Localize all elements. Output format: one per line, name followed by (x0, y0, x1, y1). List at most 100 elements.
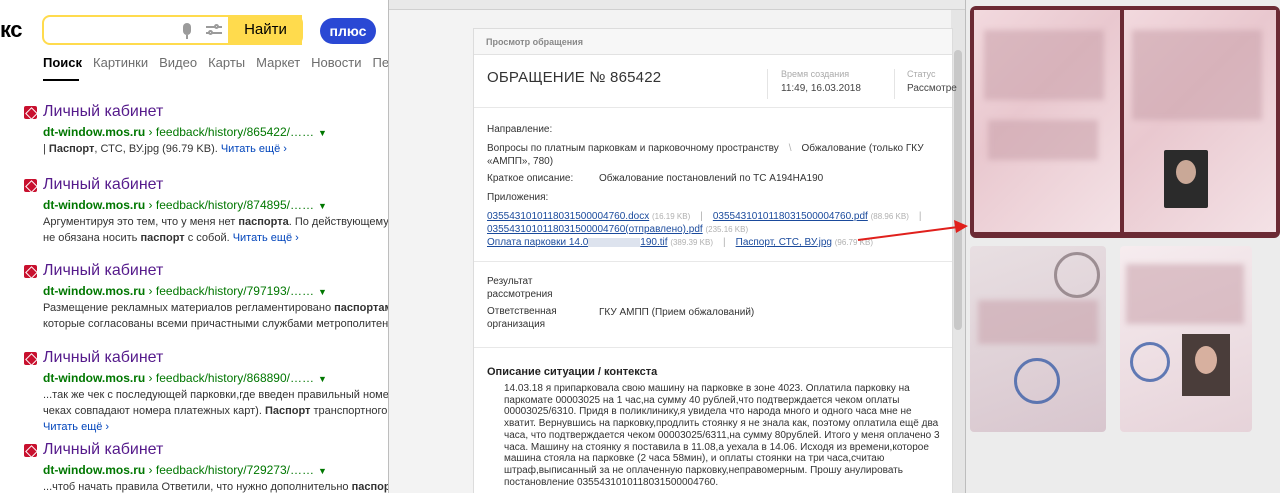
window-titlebar (389, 0, 965, 10)
org-label: Ответственная организация (487, 305, 557, 331)
read-more-link[interactable]: Читать ещё › (43, 421, 109, 433)
tab-video[interactable]: Видео (159, 55, 197, 70)
result-title[interactable]: Личный кабинет (43, 262, 163, 280)
passport-spread (970, 6, 1280, 238)
attachment-link-passport[interactable]: Паспорт, СТС, ВУ.jpg (736, 237, 832, 248)
separator: | (723, 237, 726, 248)
created-label: Время создания (781, 69, 850, 79)
snippet-line: не обязана носить паспорт с собой. Читат… (43, 230, 389, 246)
result-domain: dt-window.mos.ru (43, 371, 146, 385)
microphone-icon[interactable] (183, 23, 191, 39)
highlighted-term: паспортам (334, 302, 390, 314)
description-line: 14.03.18 я припарковала свою машину на п… (504, 383, 910, 394)
tab-market[interactable]: Маркет (256, 55, 300, 70)
attachment-size: (16.19 KB) (651, 212, 691, 221)
result-domain: dt-window.mos.ru (43, 284, 146, 298)
result-url[interactable]: dt-window.mos.ru › feedback/history/8748… (43, 198, 327, 212)
result-title[interactable]: Личный кабинет (43, 176, 163, 194)
attachment-link[interactable]: 0355431010118031500004760(отправлено).pd… (487, 224, 703, 235)
snippet-line: чеках совпадают номера платежных карт). … (43, 403, 390, 419)
result-title[interactable]: Личный кабинет (43, 349, 163, 367)
snippet-text: ...так же чек с последующей парковки,где… (43, 389, 390, 401)
tab-maps[interactable]: Карты (208, 55, 245, 70)
attachment-size: (88.96 KB) (870, 212, 909, 221)
description-line: машина стояла на парковке (2 часа 58мин)… (504, 453, 885, 465)
appeal-window: Просмотр обращения ОБРАЩЕНИЕ № 865422 Вр… (388, 0, 966, 493)
divider (767, 69, 768, 99)
chevron-down-icon[interactable]: ▼ (318, 287, 327, 297)
snippet-text: . По действующему (288, 216, 389, 228)
result-label: Результат рассмотрения (487, 275, 553, 301)
result-snippet: Аргументируя это тем, что у меня нет пас… (43, 214, 389, 246)
search-settings-icon[interactable] (206, 23, 222, 37)
highlighted-term: паспорта (238, 216, 289, 228)
blurred-region (978, 300, 1098, 344)
blurred-region (988, 120, 1098, 160)
read-more-link[interactable]: Читать ещё › (233, 232, 299, 244)
direction-value-2: «АМПП», 780) (487, 156, 554, 167)
snippet-text: Аргументируя это тем, что у меня нет (43, 216, 239, 228)
snippet-line: которые согласованы всеми причастными сл… (43, 316, 390, 332)
stamp (1014, 358, 1060, 404)
search-logo[interactable]: кс (0, 17, 22, 43)
divider (474, 347, 952, 348)
driver-license-card (1120, 246, 1252, 432)
result-path: › feedback/history/797193/…… (145, 284, 314, 298)
description-line: паркомате 00003025 на 1 час,на сумму 40 … (504, 394, 900, 406)
search-button[interactable]: Найти (228, 15, 303, 45)
description-text: 14.03.18 я припарковала свою машину на п… (504, 383, 940, 488)
description-line: постановление 0355431010118031500004760. (504, 476, 719, 488)
result-snippet: ...так же чек с последующей парковки,где… (43, 387, 390, 435)
section-title: Описание ситуации / контекста (487, 366, 658, 378)
result-title[interactable]: Личный кабинет (43, 441, 163, 459)
read-more-link[interactable]: Читать ещё › (221, 143, 287, 155)
passport-photo (1164, 150, 1208, 208)
attachments-list: 0355431010118031500004760.docx (16.19 KB… (487, 210, 931, 249)
chevron-down-icon[interactable]: ▼ (318, 201, 327, 211)
result-url[interactable]: dt-window.mos.ru › feedback/history/7971… (43, 284, 327, 298)
chevron-down-icon[interactable]: ▼ (318, 374, 327, 384)
attachments-label: Приложения: (487, 192, 549, 203)
summary-label: Краткое описание: (487, 173, 574, 184)
result-domain: dt-window.mos.ru (43, 463, 146, 477)
org-label-1: Ответственная (487, 306, 557, 317)
tab-search[interactable]: Поиск (43, 55, 82, 70)
tab-images[interactable]: Картинки (93, 55, 148, 70)
result-url[interactable]: dt-window.mos.ru › feedback/history/8654… (43, 125, 327, 139)
snippet-text: которые согласованы всеми причастными сл… (43, 318, 390, 330)
plus-button[interactable]: плюс (320, 18, 376, 44)
site-favicon-icon (24, 106, 37, 119)
description-line: штраф,выписанный за не оплаченную парков… (504, 464, 903, 476)
attachment-link[interactable]: 0355431010118031500004760.pdf (713, 211, 868, 222)
snippet-text: транспортного (310, 405, 388, 417)
description-line: часа, что подтверждается чеком 00003025/… (504, 429, 940, 441)
result-snippet: | Паспорт, СТС, ВУ.jpg (96.79 KB). Читат… (43, 141, 287, 157)
chevron-down-icon[interactable]: ▼ (318, 128, 327, 138)
snippet-line: Аргументируя это тем, что у меня нет пас… (43, 214, 389, 230)
site-favicon-icon (24, 444, 37, 457)
site-favicon-icon (24, 352, 37, 365)
chevron-down-icon[interactable]: ▼ (318, 466, 327, 476)
snippet-text: с собой. (184, 232, 233, 244)
attachment-link[interactable]: 0355431010118031500004760.docx (487, 211, 649, 222)
separator: | (918, 211, 922, 222)
org-value: ГКУ АМПП (Прием обжалований) (599, 307, 755, 318)
page-title: ОБРАЩЕНИЕ № 865422 (487, 69, 662, 86)
license-photo (1182, 334, 1230, 396)
result-url[interactable]: dt-window.mos.ru › feedback/history/8688… (43, 371, 327, 385)
vehicle-registration-card (970, 246, 1106, 432)
divider (474, 261, 952, 262)
description-line: часа. Машину на стоянку я поставила в 11… (504, 441, 929, 453)
status-value: Рассмотре (907, 83, 957, 94)
summary-value: Обжалование постановлений по ТС А194НА19… (599, 173, 824, 184)
tab-news[interactable]: Новости (311, 55, 361, 70)
result-path: › feedback/history/729273/…… (145, 463, 314, 477)
documents-photo (966, 0, 1280, 493)
direction-value-1: Вопросы по платным парковкам и парковочн… (487, 143, 779, 154)
result-title[interactable]: Личный кабинет (43, 103, 163, 121)
highlighted-term: Паспорт (48, 143, 95, 155)
result-path: › feedback/history/874895/…… (145, 198, 314, 212)
snippet-line: Читать ещё › (43, 419, 390, 435)
result-url[interactable]: dt-window.mos.ru › feedback/history/7292… (43, 463, 327, 477)
attachment-link-parking[interactable]: Оплата парковки 14.0 190.tif (487, 237, 668, 248)
